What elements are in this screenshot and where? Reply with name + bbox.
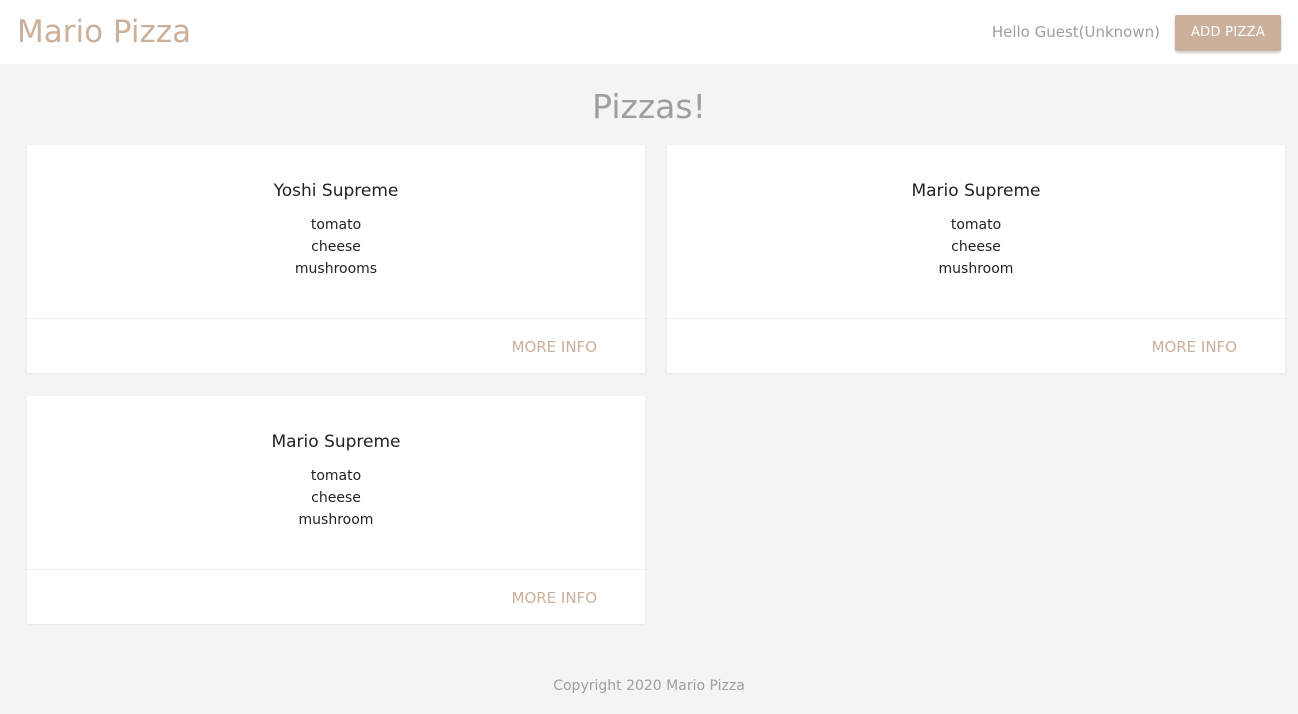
ingredient-item: tomato [310,217,362,233]
ingredient-list: tomato cheese mushroom [27,465,645,531]
card-content: Yoshi Supreme tomato cheese mushrooms [27,145,645,319]
card-content: Mario Supreme tomato cheese mushroom [27,396,645,570]
ingredient-item: mushroom [298,512,374,528]
pizza-card: Yoshi Supreme tomato cheese mushrooms MO… [27,145,645,373]
top-navbar: Mario Pizza Hello Guest(Unknown) ADD PIZ… [0,0,1298,64]
card-action: MORE INFO [667,319,1285,373]
ingredient-list: tomato cheese mushrooms [27,214,645,280]
user-greeting: Hello Guest(Unknown) [991,23,1160,41]
page-title: Pizzas! [592,87,706,126]
add-pizza-button[interactable]: ADD PIZZA [1175,15,1281,51]
pizza-card: Mario Supreme tomato cheese mushroom MOR… [27,396,645,624]
card-action: MORE INFO [27,319,645,373]
more-info-link[interactable]: MORE INFO [512,588,598,608]
ingredient-item: mushrooms [294,261,378,277]
pizza-title: Yoshi Supreme [273,181,399,201]
card-content: Mario Supreme tomato cheese mushroom [667,145,1285,319]
ingredient-item: mushroom [938,261,1014,277]
ingredient-item: tomato [950,217,1002,233]
ingredient-list: tomato cheese mushroom [667,214,1285,280]
more-info-link[interactable]: MORE INFO [512,337,598,357]
page-footer: Copyright 2020 Mario Pizza [553,678,745,694]
ingredient-item: cheese [311,490,361,506]
pizza-card: Mario Supreme tomato cheese mushroom MOR… [667,145,1285,373]
ingredient-item: cheese [951,239,1001,255]
ingredient-item: cheese [311,239,361,255]
pizza-title: Mario Supreme [271,432,401,452]
pizza-title: Mario Supreme [911,181,1041,201]
brand-logo-link[interactable]: Mario Pizza [17,12,191,52]
card-action: MORE INFO [27,570,645,624]
ingredient-item: tomato [310,468,362,484]
more-info-link[interactable]: MORE INFO [1152,337,1238,357]
